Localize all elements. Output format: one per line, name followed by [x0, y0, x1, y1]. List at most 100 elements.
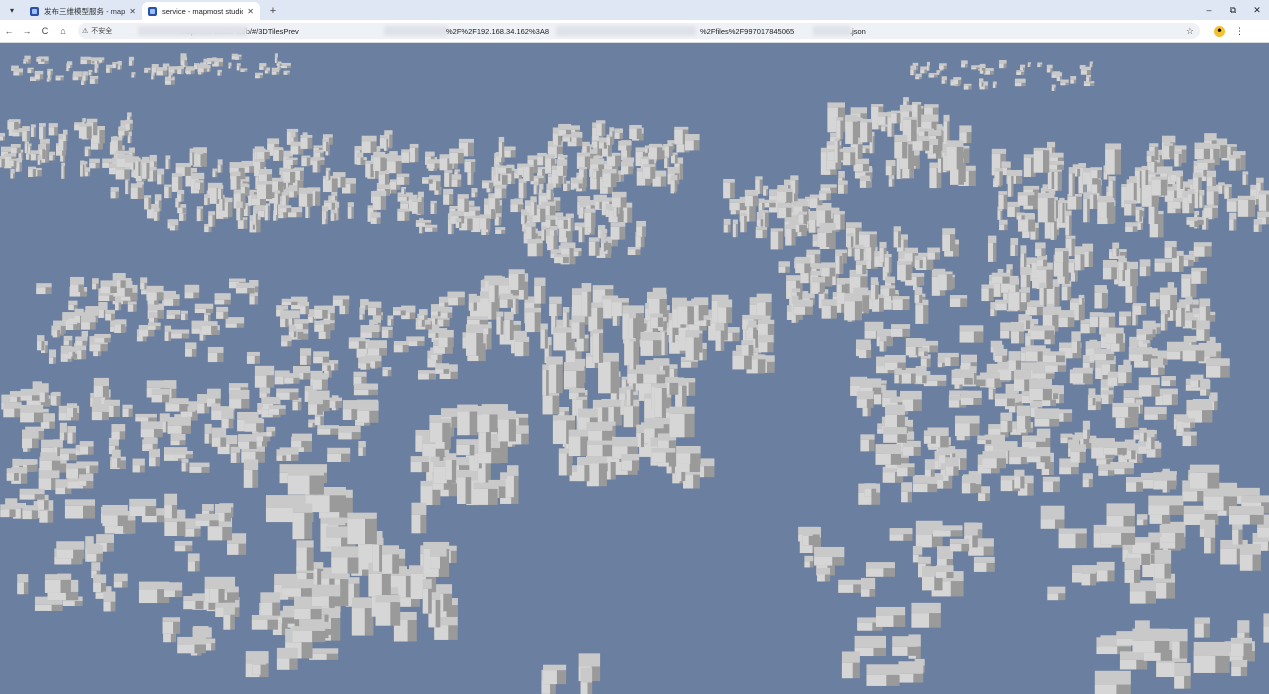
building-block [530, 196, 537, 216]
building-block [1239, 543, 1261, 571]
building-block [549, 225, 558, 236]
building-block [946, 140, 964, 170]
building-block [1037, 192, 1055, 223]
close-window-button[interactable]: ✕ [1245, 5, 1269, 16]
back-button[interactable]: ← [0, 26, 18, 36]
building-block [1193, 242, 1212, 257]
building-block [167, 417, 191, 434]
building-block [443, 188, 454, 205]
building-block [1016, 212, 1025, 220]
building-block [723, 178, 735, 199]
building-block [88, 69, 93, 76]
new-tab-button[interactable]: + [266, 5, 280, 17]
tab-strip: ▾ 发布三维模型服务 - mapmost ✕ service - mapmost… [0, 0, 1269, 20]
building-block [281, 579, 314, 597]
building-block [838, 579, 864, 593]
building-block [598, 137, 608, 149]
building-block [1033, 147, 1050, 173]
building-block [280, 314, 289, 328]
browser-menu-icon[interactable]: ⋮ [1235, 26, 1244, 37]
building-block [323, 206, 329, 220]
security-label[interactable]: 不安全 [91, 26, 112, 36]
building-block [20, 404, 44, 423]
building-block [260, 592, 281, 616]
building-block [984, 68, 994, 75]
building-block [259, 63, 267, 70]
building-block [266, 426, 276, 437]
building-block [418, 309, 428, 320]
building-block [114, 295, 122, 311]
building-block [279, 205, 292, 213]
building-block [347, 202, 354, 219]
3d-tiles-viewport[interactable] [0, 43, 1269, 694]
building-block [866, 664, 900, 686]
building-block [896, 463, 915, 477]
building-block [595, 196, 602, 210]
building-block [146, 285, 164, 301]
building-block [744, 189, 759, 207]
tab-search-dropdown-icon[interactable]: ▾ [4, 2, 20, 18]
building-block [249, 291, 259, 305]
building-block [1145, 429, 1155, 450]
building-block [1118, 258, 1127, 271]
extension-icon[interactable]: ☻ [1214, 25, 1225, 37]
building-block [740, 212, 747, 233]
building-block [1096, 561, 1115, 582]
address-bar[interactable]: ⚠ 不安全 mapmost-studio-web/#/3DTilesPrev %… [78, 23, 1200, 39]
building-block [1058, 528, 1087, 549]
building-block [298, 187, 313, 207]
building-block [1191, 267, 1207, 284]
restore-button[interactable]: ⧉ [1221, 5, 1245, 16]
tab-publish-3d-model[interactable]: 发布三维模型服务 - mapmost ✕ [24, 2, 142, 20]
building-block [287, 465, 324, 495]
building-block [1129, 176, 1137, 202]
home-button[interactable]: ⌂ [54, 26, 72, 36]
city-3d-scene[interactable] [0, 43, 1269, 694]
building-block [1014, 78, 1026, 87]
building-block [494, 184, 507, 199]
bookmark-star-icon[interactable]: ☆ [1186, 26, 1194, 37]
building-block [19, 488, 45, 500]
building-block [479, 214, 491, 230]
building-block [495, 227, 506, 234]
forward-button[interactable]: → [18, 26, 36, 36]
building-block [596, 120, 606, 136]
reload-button[interactable]: C [36, 26, 54, 36]
building-block [717, 299, 733, 324]
minimize-button[interactable]: – [1197, 5, 1221, 15]
building-block [1175, 302, 1185, 327]
building-block [923, 430, 936, 444]
building-block [28, 166, 36, 178]
building-block [525, 222, 536, 240]
tab-service-mapmost-studio[interactable]: service - mapmost studio ✕ [142, 2, 260, 20]
building-block [1090, 167, 1103, 179]
building-block [194, 303, 214, 314]
building-block [1027, 62, 1031, 68]
building-block [1017, 192, 1035, 206]
building-block [836, 278, 846, 293]
building-block [1083, 192, 1090, 223]
building-block [80, 160, 85, 177]
close-icon[interactable]: ✕ [247, 7, 254, 16]
warning-icon[interactable]: ⚠ [82, 27, 88, 35]
url-fragment: %2F%2F192.168.34.162%3A8 [446, 26, 549, 36]
building-block [977, 435, 992, 445]
building-block [429, 418, 451, 442]
building-block [941, 76, 947, 84]
building-block [1010, 238, 1019, 257]
building-block [894, 134, 908, 159]
building-block [1194, 142, 1211, 160]
building-block [937, 356, 945, 368]
building-block [300, 301, 310, 315]
building-block [170, 329, 190, 339]
building-block [39, 456, 61, 471]
mapmost-favicon-icon [148, 6, 157, 16]
building-block [572, 179, 583, 189]
building-block [276, 449, 287, 461]
building-block [174, 540, 193, 552]
building-block [325, 167, 331, 181]
building-block [84, 146, 91, 157]
building-block [281, 335, 292, 347]
building-block [494, 213, 502, 226]
close-icon[interactable]: ✕ [129, 7, 136, 16]
